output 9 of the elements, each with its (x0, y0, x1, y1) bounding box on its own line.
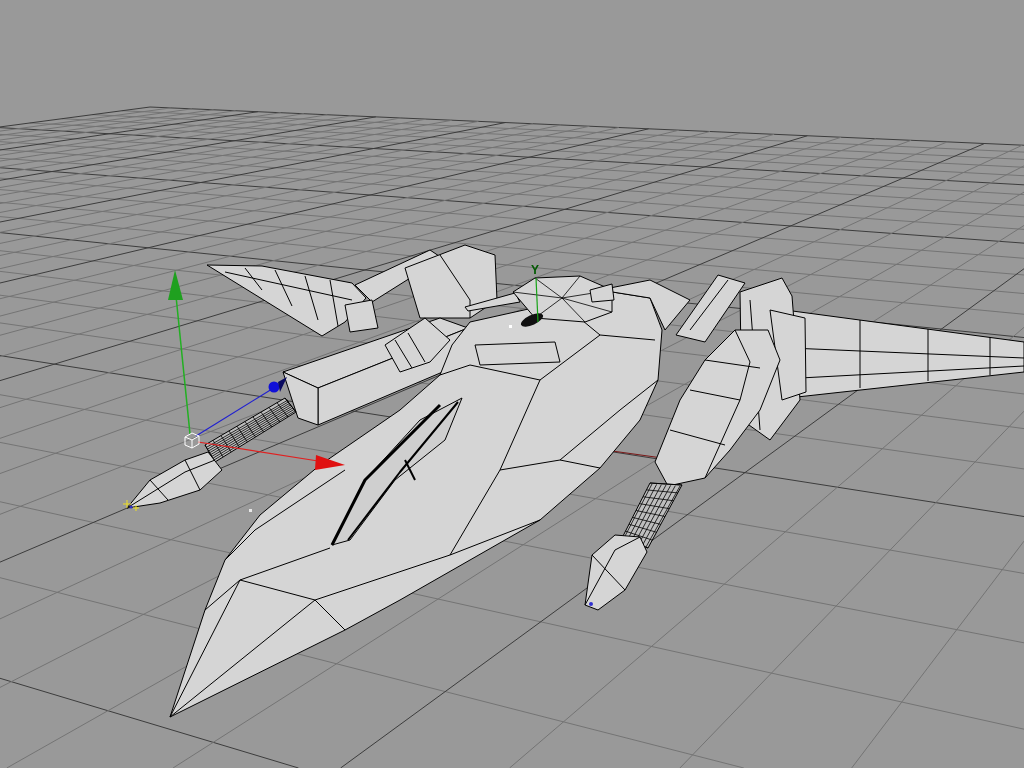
point-marker-icon (509, 325, 512, 328)
point-marker-icon (249, 509, 252, 512)
x-axis-arrow[interactable] (197, 441, 345, 470)
pivot-cube-icon[interactable] (184, 432, 200, 449)
axis-label: Y (531, 263, 539, 277)
vertex-marker-icon (589, 602, 593, 606)
z-axis-arrow[interactable] (195, 377, 287, 437)
vertex-marker-icon (122, 499, 140, 512)
y-axis-line (535, 277, 539, 323)
